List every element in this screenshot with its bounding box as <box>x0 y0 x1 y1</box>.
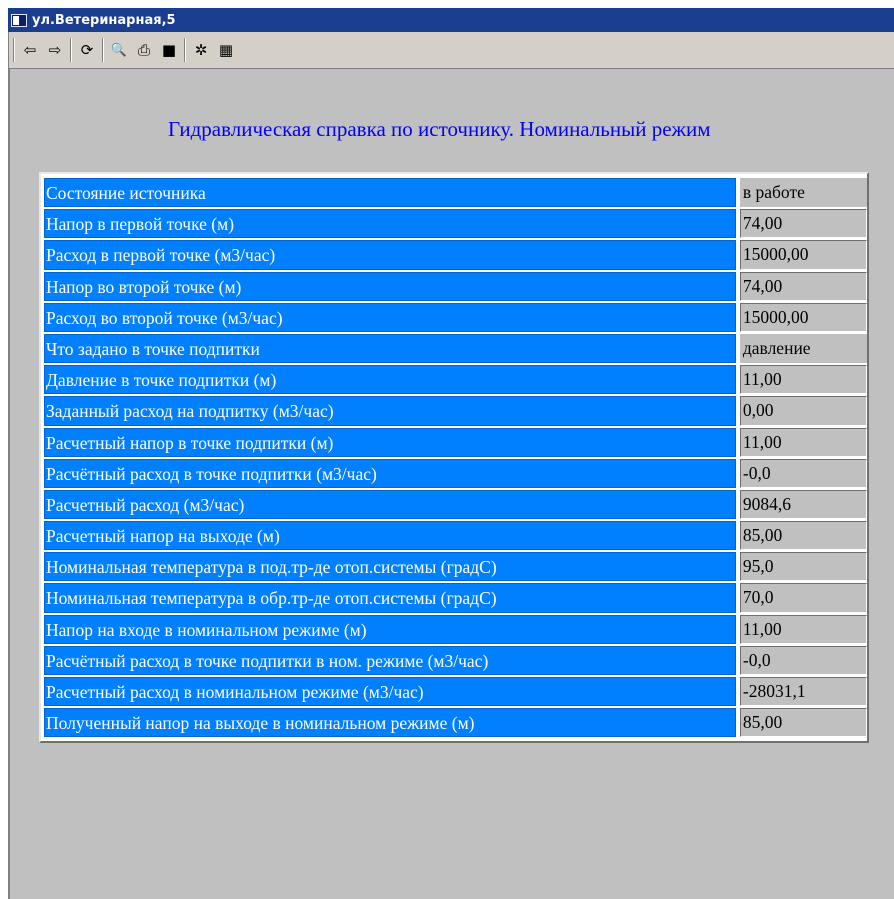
preview-button[interactable]: 🔍 <box>108 39 130 61</box>
table-row: Номинальная температура в под.тр-де отоп… <box>44 551 867 582</box>
report-table: Состояние источника в работе Напор в перво… <box>39 172 869 744</box>
row-value[interactable]: 0,00 <box>739 396 867 426</box>
arrow-right-icon: ⇨ <box>48 41 62 59</box>
settings-icon: ✲ <box>194 41 208 59</box>
save-button[interactable]: ■ <box>158 39 180 61</box>
row-value[interactable]: -0,0 <box>739 458 867 488</box>
table-row: Расчетный напор на выходе (м) 85,00 <box>44 520 867 551</box>
table-row: Заданный расход на подпитку (м3/час) 0,00 <box>44 395 867 426</box>
table-row: Что задано в точке подпитки давление <box>44 333 867 364</box>
row-value[interactable]: 9084,6 <box>739 489 867 520</box>
window-title: ул.Ветеринарная,5 <box>32 12 176 28</box>
row-label: Напор на входе в номинальном режиме (м) <box>44 614 736 644</box>
table-row: Расход во второй точке (м3/час) 15000,00 <box>44 302 867 333</box>
table-row: Напор в первой точке (м) 74,00 <box>44 208 867 239</box>
row-label: Расчётный расход в точке подпитки (м3/ча… <box>44 458 736 488</box>
row-label: Состояние источника <box>44 178 736 208</box>
row-label: Расчетный напор на выходе (м) <box>44 521 736 551</box>
table-row: Расчетный напор в точке подпитки (м) 11,0… <box>44 427 867 458</box>
table-settings-button[interactable]: ▦ <box>215 39 237 61</box>
settings-button[interactable]: ✲ <box>190 39 212 61</box>
table-row: Расчетный расход в номинальном режиме (м… <box>44 676 867 707</box>
row-label: Полученный напор на выходе в номинальном… <box>44 708 736 738</box>
row-value[interactable]: 74,00 <box>739 271 867 301</box>
row-value[interactable]: 85,00 <box>739 708 867 738</box>
report-heading: Гидравлическая справка по источнику. Ном… <box>168 117 711 141</box>
row-label: Расход в первой точке (м3/час) <box>44 240 736 270</box>
row-value[interactable]: 11,00 <box>739 614 867 644</box>
printer-icon: ⎙ <box>137 41 150 59</box>
row-value: в работе <box>739 178 867 208</box>
table-icon: ▦ <box>218 41 234 59</box>
window-icon[interactable] <box>11 13 27 27</box>
print-button[interactable]: ⎙ <box>133 39 155 61</box>
table-row: Расчетный расход (м3/час) 9084,6 <box>44 489 867 520</box>
table-row: Состояние источника в работе <box>44 177 867 208</box>
table-row: Расход в первой точке (м3/час) 15000,00 <box>44 239 867 270</box>
row-label: Расход во второй точке (м3/час) <box>44 302 736 332</box>
row-value[interactable]: 11,00 <box>739 427 867 457</box>
report-view[interactable]: Гидравлическая справка по источнику. Ном… <box>8 68 894 899</box>
row-label: Напор в первой точке (м) <box>44 209 736 239</box>
row-label: Номинальная температура в под.тр-де отоп… <box>44 552 736 582</box>
table-row: Давление в точке подпитки (м) 11,00 <box>44 364 867 395</box>
refresh-icon: ⟳ <box>80 41 94 59</box>
floppy-disk-icon: ■ <box>161 41 177 59</box>
arrow-left-icon: ⇦ <box>23 41 37 59</box>
forward-button[interactable]: ⇨ <box>44 39 66 61</box>
print-preview-icon: 🔍 <box>110 42 128 58</box>
row-value[interactable]: 15000,00 <box>739 302 867 332</box>
toolbar-separator <box>102 38 104 62</box>
row-value[interactable]: 95,0 <box>739 552 867 582</box>
row-value[interactable]: 11,00 <box>739 365 867 395</box>
table-row: Номинальная температура в обр.тр-де отоп… <box>44 582 867 613</box>
row-label: Расчетный расход в номинальном режиме (м… <box>44 677 736 707</box>
table-row: Напор во второй точке (м) 74,00 <box>44 271 867 302</box>
row-value[interactable]: -0,0 <box>739 645 867 675</box>
table-row: Полученный напор на выходе в номинальном… <box>44 707 867 738</box>
row-label: Заданный расход на подпитку (м3/час) <box>44 396 736 426</box>
toolbar-separator <box>13 38 15 62</box>
row-label: Расчётный расход в точке подпитки в ном.… <box>44 645 736 675</box>
row-value: давление <box>739 333 867 364</box>
window-title-bar[interactable]: ул.Ветеринарная,5 <box>8 8 894 32</box>
row-value[interactable]: 15000,00 <box>739 240 867 270</box>
toolbar-separator <box>184 38 186 62</box>
row-label: Напор во второй точке (м) <box>44 271 736 301</box>
row-label: Давление в точке подпитки (м) <box>44 365 736 395</box>
row-value[interactable]: -28031,1 <box>739 677 867 707</box>
table-row: Расчётный расход в точке подпитки в ном.… <box>44 645 867 676</box>
row-value[interactable]: 70,0 <box>739 583 867 613</box>
toolbar-separator <box>70 38 72 62</box>
table-row: Расчётный расход в точке подпитки (м3/ча… <box>44 458 867 489</box>
row-label: Расчетный расход (м3/час) <box>44 489 736 520</box>
toolbar: ⇦ ⇨ ⟳ 🔍 ⎙ ■ ✲ ▦ <box>8 32 894 68</box>
row-label: Расчетный напор в точке подпитки (м) <box>44 427 736 457</box>
table-row: Напор на входе в номинальном режиме (м) 1… <box>44 614 867 645</box>
row-value[interactable]: 85,00 <box>739 521 867 551</box>
back-button[interactable]: ⇦ <box>19 39 41 61</box>
row-value[interactable]: 74,00 <box>739 209 867 239</box>
row-label: Что задано в точке подпитки <box>44 333 736 364</box>
row-label: Номинальная температура в обр.тр-де отоп… <box>44 583 736 613</box>
refresh-button[interactable]: ⟳ <box>76 39 98 61</box>
